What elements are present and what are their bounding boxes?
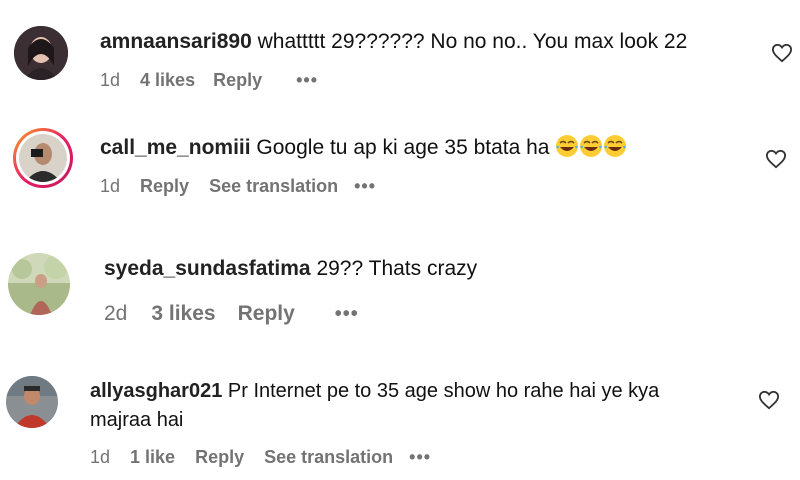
comment-text: Google tu ap ki age 35 btata ha (256, 136, 550, 159)
reply-button[interactable]: Reply (238, 302, 295, 326)
more-options-icon[interactable]: ••• (409, 447, 431, 468)
more-options-icon[interactable]: ••• (335, 303, 359, 326)
comment-text: Pr Internet pe to 35 age show ho rahe ha… (227, 380, 660, 402)
likes-count[interactable]: 3 likes (151, 302, 215, 326)
timestamp: 1d (100, 176, 121, 196)
comment-meta: 1d 1 like Reply See translation ••• (90, 447, 431, 468)
comment-text-continued: majraa hai (90, 409, 184, 431)
heart-outline-icon[interactable] (765, 149, 787, 169)
comment-meta: 1d 4 likes Reply ••• (100, 70, 318, 91)
username[interactable]: allyasghar021 (90, 380, 222, 402)
see-translation-button[interactable]: See translation (209, 176, 338, 197)
comment-meta: 1d Reply See translation ••• (100, 176, 376, 197)
more-options-icon[interactable]: ••• (296, 70, 318, 91)
reply-button[interactable]: Reply (140, 176, 189, 197)
username[interactable]: syeda_sundasfatima (104, 257, 311, 280)
avatar[interactable] (6, 376, 58, 428)
see-translation-button[interactable]: See translation (264, 447, 393, 468)
heart-outline-icon[interactable] (771, 43, 793, 63)
heart-outline-icon[interactable] (758, 390, 780, 410)
laughing-emoji-icon (555, 134, 627, 165)
reply-button[interactable]: Reply (195, 447, 244, 468)
comment-text: whattttt 29?????? No no no.. You max loo… (257, 30, 688, 53)
timestamp: 1d (90, 447, 111, 467)
likes-count[interactable]: 4 likes (140, 70, 195, 91)
username[interactable]: call_me_nomiii (100, 136, 251, 159)
comment-text: 29?? Thats crazy (316, 257, 478, 280)
timestamp: 1d (100, 70, 121, 90)
timestamp: 2d (104, 302, 128, 325)
likes-count[interactable]: 1 like (130, 447, 175, 468)
comment-meta: 2d 3 likes Reply ••• (104, 302, 359, 326)
avatar[interactable] (13, 128, 73, 188)
username[interactable]: amnaansari890 (100, 30, 252, 53)
avatar[interactable] (14, 26, 68, 80)
avatar[interactable] (8, 253, 70, 315)
more-options-icon[interactable]: ••• (354, 176, 376, 197)
reply-button[interactable]: Reply (213, 70, 262, 91)
